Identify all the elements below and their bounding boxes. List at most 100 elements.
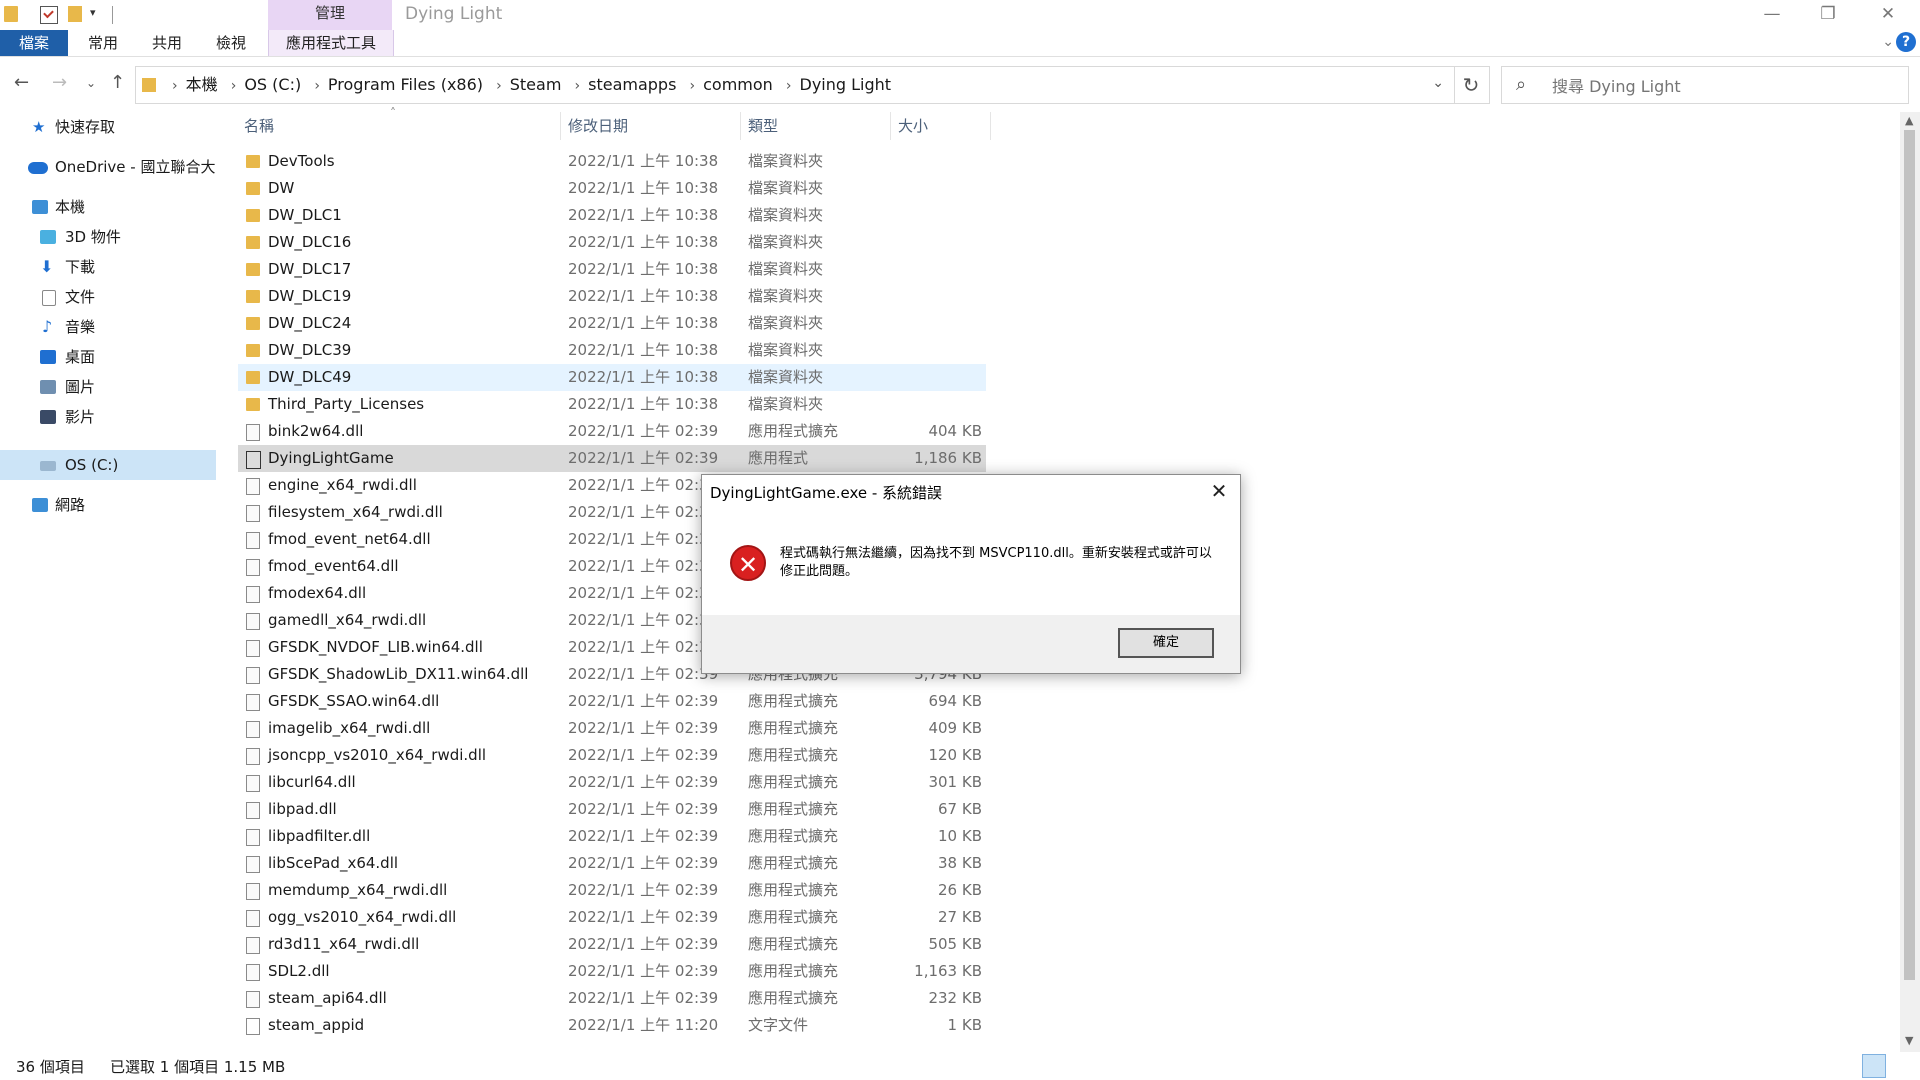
column-header-type[interactable]: 類型 (748, 112, 778, 140)
chevron-right-icon[interactable]: › (314, 68, 320, 104)
nav-desktop[interactable]: 桌面 (0, 342, 216, 372)
tab-application-tools[interactable]: 應用程式工具 (268, 30, 394, 56)
file-name: libpad.dll (268, 800, 337, 818)
quick-access-dropdown-icon[interactable]: ▾ (90, 6, 96, 19)
nav-downloads[interactable]: ⬇ 下載 (0, 252, 216, 282)
dialog-close-button[interactable]: ✕ (1204, 477, 1234, 505)
breadcrumb-os-c[interactable]: OS (C:) (244, 67, 301, 103)
chevron-down-icon[interactable]: ⌄ (1432, 75, 1444, 91)
table-row[interactable]: libpadfilter.dll 2022/1/1 上午 02:39 應用程式擴充 1… (238, 823, 986, 850)
table-row[interactable]: libScePad_x64.dll 2022/1/1 上午 02:39 應用程式擴充… (238, 850, 986, 877)
nav-network[interactable]: 網路 (0, 490, 216, 520)
breadcrumb-common[interactable]: common (703, 67, 773, 103)
breadcrumb-dying-light[interactable]: Dying Light (800, 67, 892, 103)
table-row[interactable]: DW_DLC1 2022/1/1 上午 10:38 檔案資料夾 (238, 202, 986, 229)
search-box[interactable]: ⌕ (1501, 66, 1909, 104)
dll-file-icon (246, 586, 260, 603)
restore-button[interactable]: ❐ (1800, 0, 1856, 30)
chevron-right-icon[interactable]: › (172, 68, 178, 104)
table-row[interactable]: GFSDK_SSAO.win64.dll 2022/1/1 上午 02:39 應用程… (238, 688, 986, 715)
properties-icon[interactable] (40, 6, 58, 24)
scroll-down-icon[interactable]: ▼ (1905, 1034, 1913, 1047)
table-row[interactable]: DevTools 2022/1/1 上午 10:38 檔案資料夾 (238, 148, 986, 175)
table-row[interactable]: ogg_vs2010_x64_rwdi.dll 2022/1/1 上午 02:39… (238, 904, 986, 931)
column-divider[interactable] (740, 112, 741, 140)
file-size: 694 KB (928, 692, 982, 710)
table-row[interactable]: Third_Party_Licenses 2022/1/1 上午 10:38 檔案資… (238, 391, 986, 418)
column-header-size[interactable]: 大小 (898, 112, 928, 140)
table-row[interactable]: DW 2022/1/1 上午 10:38 檔案資料夾 (238, 175, 986, 202)
table-row[interactable]: bink2w64.dll 2022/1/1 上午 02:39 應用程式擴充 404 K… (238, 418, 986, 445)
tab-share[interactable]: 共用 (136, 30, 198, 56)
nav-quick-access[interactable]: ★ 快速存取 (0, 112, 216, 142)
chevron-right-icon[interactable]: › (496, 68, 502, 104)
address-bar[interactable]: › 本機 › OS (C:) › Program Files (x86) › Steam… (135, 66, 1455, 104)
chevron-right-icon[interactable]: › (786, 68, 792, 104)
chevron-down-icon[interactable]: ⌄ (1882, 34, 1894, 50)
nav-videos[interactable]: 影片 (0, 402, 216, 432)
nav-music[interactable]: ♪ 音樂 (0, 312, 216, 342)
help-icon[interactable]: ? (1896, 32, 1916, 52)
breadcrumb-steam[interactable]: Steam (510, 67, 562, 103)
large-icons-view-icon[interactable] (1892, 1054, 1914, 1076)
file-size: 38 KB (938, 854, 982, 872)
close-window-button[interactable]: ✕ (1860, 0, 1916, 30)
vertical-scrollbar[interactable]: ▲ ▼ (1900, 112, 1920, 1052)
table-row[interactable]: rd3d11_x64_rwdi.dll 2022/1/1 上午 02:39 應用程式… (238, 931, 986, 958)
file-size: 301 KB (928, 773, 982, 791)
refresh-icon[interactable]: ↻ (1453, 66, 1490, 104)
table-row[interactable]: libcurl64.dll 2022/1/1 上午 02:39 應用程式擴充 301 … (238, 769, 986, 796)
new-folder-icon[interactable] (68, 6, 82, 22)
column-divider[interactable] (560, 112, 561, 140)
file-type: 檔案資料夾 (748, 314, 824, 332)
table-row[interactable]: steam_appid 2022/1/1 上午 11:20 文字文件 1 KB (238, 1012, 986, 1039)
search-input[interactable] (1550, 73, 1894, 99)
table-row[interactable]: SDL2.dll 2022/1/1 上午 02:39 應用程式擴充 1,163 KB (238, 958, 986, 985)
details-view-icon[interactable] (1862, 1054, 1886, 1078)
table-row[interactable]: DW_DLC49 2022/1/1 上午 10:38 檔案資料夾 (238, 364, 986, 391)
nav-pictures[interactable]: 圖片 (0, 372, 216, 402)
nav-documents[interactable]: 文件 (0, 282, 216, 312)
table-row[interactable]: DW_DLC16 2022/1/1 上午 10:38 檔案資料夾 (238, 229, 986, 256)
tab-view[interactable]: 檢視 (200, 30, 262, 56)
error-dialog: DyingLightGame.exe - 系統錯誤 ✕ ✕ 程式碼執行無法繼續，… (701, 474, 1241, 674)
table-row[interactable]: DW_DLC17 2022/1/1 上午 10:38 檔案資料夾 (238, 256, 986, 283)
table-row[interactable]: imagelib_x64_rwdi.dll 2022/1/1 上午 02:39 應用… (238, 715, 986, 742)
breadcrumb-this-pc[interactable]: 本機 (186, 67, 218, 103)
up-arrow-icon[interactable]: ↑ (110, 72, 125, 93)
table-row[interactable]: DW_DLC39 2022/1/1 上午 10:38 檔案資料夾 (238, 337, 986, 364)
table-row[interactable]: memdump_x64_rwdi.dll 2022/1/1 上午 02:39 應用程… (238, 877, 986, 904)
tab-file[interactable]: 檔案 (0, 30, 68, 56)
tab-home[interactable]: 常用 (72, 30, 134, 56)
scrollbar-thumb[interactable] (1904, 130, 1915, 980)
nav-this-pc[interactable]: 本機 (0, 192, 216, 222)
ok-button[interactable]: 確定 (1118, 628, 1214, 658)
chevron-right-icon[interactable]: › (231, 68, 237, 104)
chevron-right-icon[interactable]: › (575, 68, 581, 104)
minimize-button[interactable]: — (1744, 0, 1800, 30)
nav-3d-objects[interactable]: 3D 物件 (0, 222, 216, 252)
column-header-date[interactable]: 修改日期 (568, 112, 628, 140)
picture-icon (40, 380, 56, 394)
column-divider[interactable] (990, 112, 991, 140)
table-row[interactable]: jsoncpp_vs2010_x64_rwdi.dll 2022/1/1 上午 0… (238, 742, 986, 769)
file-date: 2022/1/1 上午 10:38 (568, 179, 719, 197)
breadcrumb-program-files[interactable]: Program Files (x86) (328, 67, 483, 103)
table-row[interactable]: DyingLightGame 2022/1/1 上午 02:39 應用程式 1,186… (238, 445, 986, 472)
recent-locations-chevron-icon[interactable]: ⌄ (86, 76, 96, 90)
nav-onedrive[interactable]: OneDrive - 國立聯合大學 (0, 152, 216, 182)
table-row[interactable]: DW_DLC24 2022/1/1 上午 10:38 檔案資料夾 (238, 310, 986, 337)
column-header-name[interactable]: 名稱 (244, 112, 274, 140)
scroll-up-icon[interactable]: ▲ (1905, 114, 1913, 127)
chevron-right-icon[interactable]: › (690, 68, 696, 104)
table-row[interactable]: libpad.dll 2022/1/1 上午 02:39 應用程式擴充 67 KB (238, 796, 986, 823)
column-divider[interactable] (890, 112, 891, 140)
file-type: 檔案資料夾 (748, 206, 824, 224)
nav-os-c[interactable]: OS (C:) (0, 450, 216, 480)
back-arrow-icon[interactable]: ← (14, 72, 29, 93)
file-type: 應用程式擴充 (748, 935, 839, 953)
forward-arrow-icon[interactable]: → (52, 72, 67, 93)
breadcrumb-steamapps[interactable]: steamapps (588, 67, 676, 103)
table-row[interactable]: DW_DLC19 2022/1/1 上午 10:38 檔案資料夾 (238, 283, 986, 310)
table-row[interactable]: steam_api64.dll 2022/1/1 上午 02:39 應用程式擴充 23… (238, 985, 986, 1012)
